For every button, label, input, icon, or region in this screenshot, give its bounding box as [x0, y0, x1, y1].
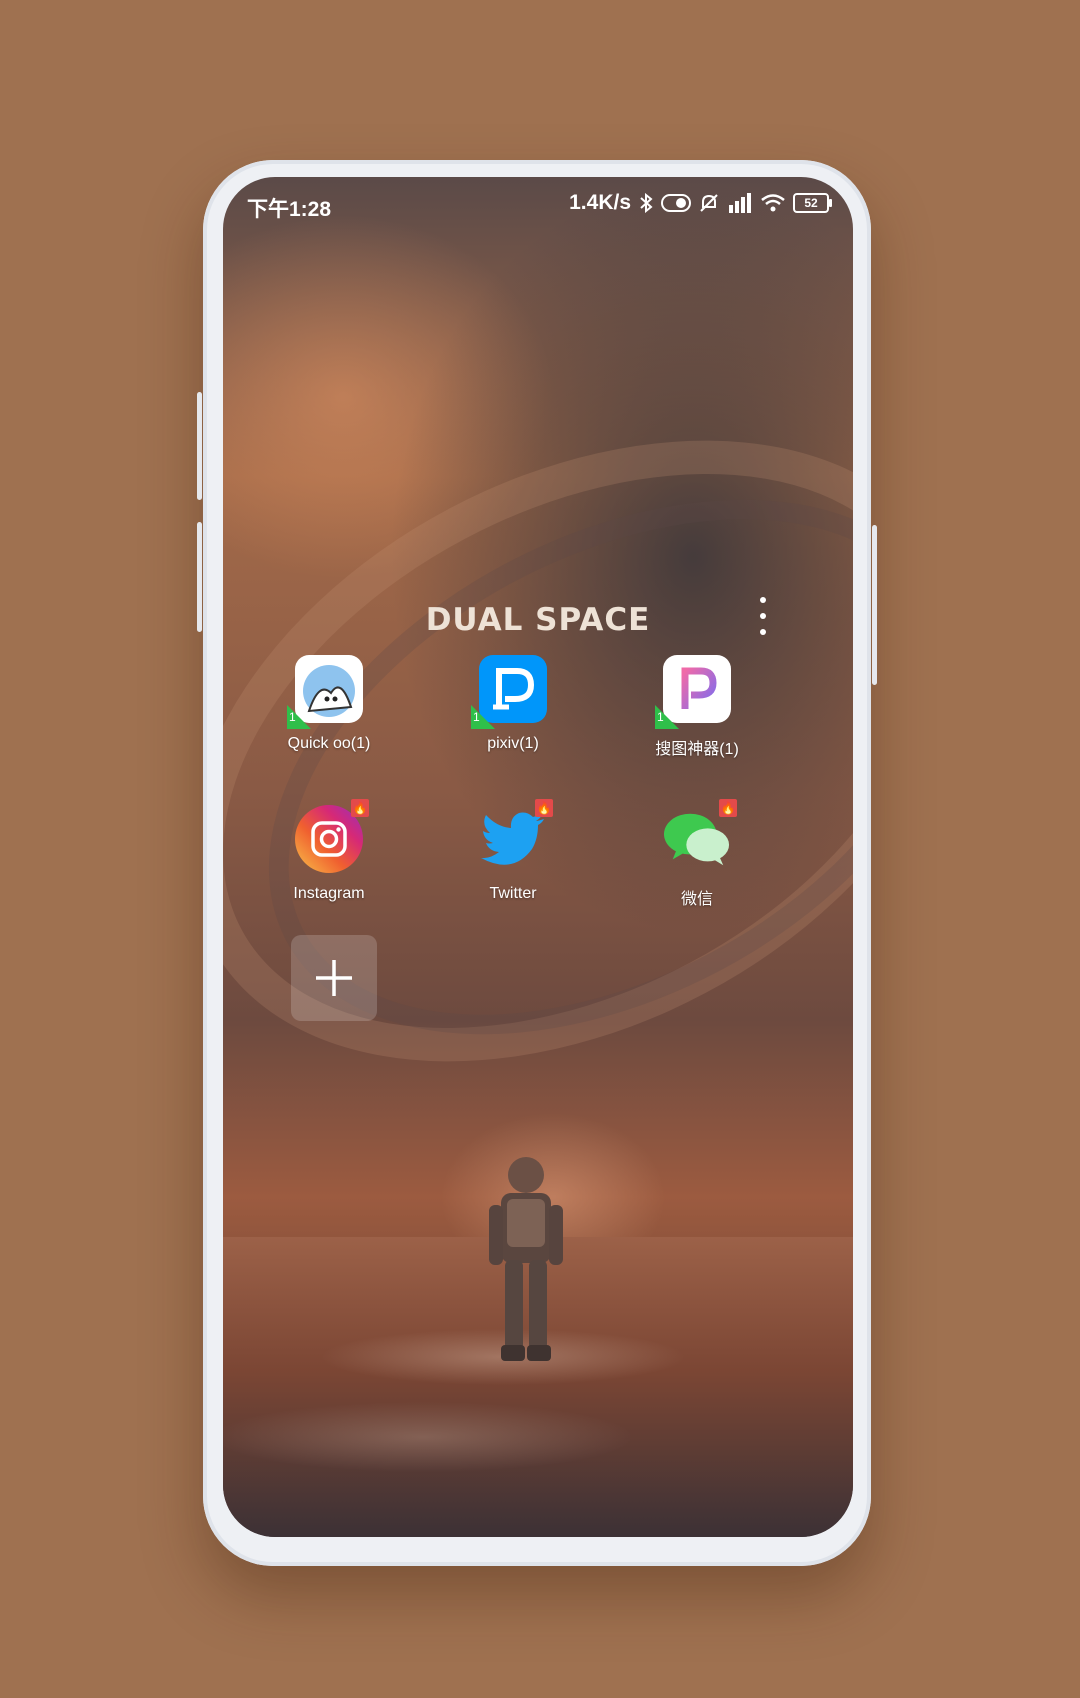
- power-button: [872, 525, 877, 685]
- app-label: Instagram: [293, 885, 365, 902]
- app-label: Twitter: [489, 885, 537, 902]
- app-label: 微信: [680, 891, 713, 908]
- app-label: pixiv(1): [487, 735, 539, 752]
- astronaut-figure: [489, 1157, 563, 1361]
- app-label: 搜图神器(1): [655, 741, 739, 758]
- hd-signal-icon: [729, 193, 751, 213]
- app-pixiv[interactable]: 1 pixiv(1): [438, 655, 588, 753]
- toggle-icon: [661, 194, 691, 212]
- app-quick-oo[interactable]: 1 Quick oo(1): [254, 655, 404, 753]
- app-twitter[interactable]: 🔥 Twitter: [438, 799, 588, 903]
- volume-down-button: [197, 522, 202, 632]
- quick-oo-icon: 1: [287, 655, 363, 729]
- hot-badge: 🔥: [535, 799, 553, 817]
- app-wechat[interactable]: 🔥 微信: [622, 799, 772, 909]
- mute-icon: [700, 194, 718, 212]
- wifi-icon: [761, 194, 785, 212]
- net-speed: 1.4K/s: [569, 191, 631, 214]
- phone-frame: 下午1:28 1.4K/s 52 DUAL SPACE 1 Quick oo(1…: [197, 160, 877, 1566]
- battery-level: 52: [804, 196, 818, 210]
- more-vertical-icon[interactable]: [753, 597, 773, 635]
- status-time: 下午1:28: [247, 198, 332, 221]
- add-app-button[interactable]: [291, 935, 377, 1021]
- instagram-icon: 🔥: [295, 799, 369, 873]
- bluetooth-icon: [640, 193, 653, 213]
- status-bar: 下午1:28 1.4K/s 52: [223, 177, 853, 233]
- battery-icon: 52: [793, 193, 832, 213]
- app-label: Quick oo(1): [287, 735, 371, 752]
- hot-badge: 🔥: [719, 799, 737, 817]
- plus-icon: [316, 960, 352, 996]
- twitter-icon: 🔥: [479, 799, 553, 873]
- pixiv-icon: 1: [471, 655, 547, 729]
- hot-badge: 🔥: [351, 799, 369, 817]
- app-soutu[interactable]: 1 搜图神器(1): [622, 655, 772, 759]
- volume-up-button: [197, 392, 202, 500]
- app-instagram[interactable]: 🔥 Instagram: [254, 799, 404, 903]
- screen: 下午1:28 1.4K/s 52 DUAL SPACE 1 Quick oo(1…: [223, 177, 853, 1537]
- wechat-icon: 🔥: [663, 799, 737, 873]
- soutu-icon: 1: [655, 655, 731, 729]
